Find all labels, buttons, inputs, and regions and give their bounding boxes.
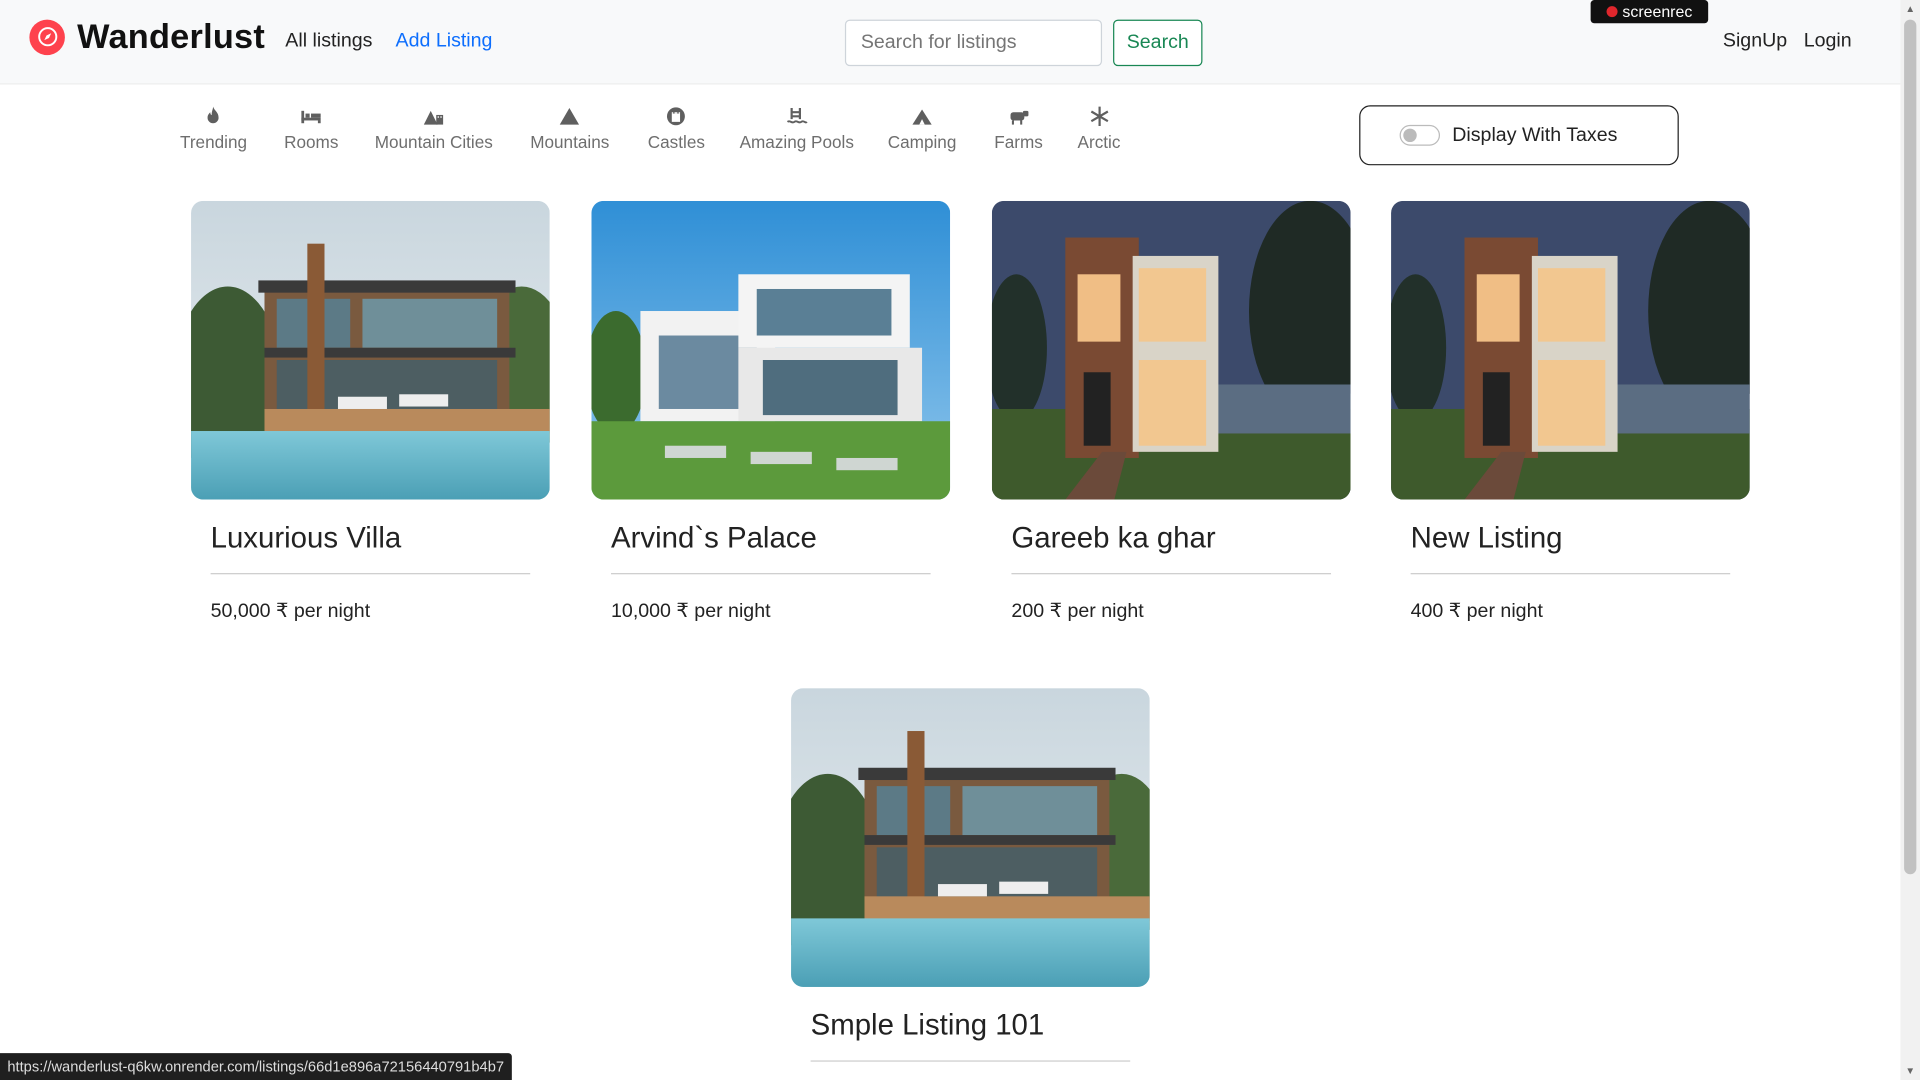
scroll-down-icon[interactable]: ▼ [1905, 1065, 1915, 1076]
listing-card[interactable]: Gareeb ka ghar 200 ₹ per night [991, 200, 1351, 623]
scroll-up-icon[interactable]: ▲ [1905, 4, 1915, 15]
mountain-city-icon [424, 110, 444, 125]
search-input[interactable] [844, 19, 1103, 67]
listing-title: New Listing [1410, 522, 1731, 575]
pool-icon [786, 108, 808, 124]
nav-add-listing[interactable]: Add Listing [396, 31, 493, 53]
listing-card[interactable]: New Listing 400 ₹ per night [1391, 200, 1750, 623]
filter-label: Camping [887, 132, 957, 152]
castle-icon [667, 107, 686, 126]
fire-icon [208, 106, 220, 124]
filter-arctic[interactable]: Arctic [1077, 105, 1121, 152]
listing-image-smple[interactable] [791, 688, 1150, 987]
listing-price: 200 ₹ per night [1011, 601, 1144, 623]
tax-toggle-label: Display With Taxes [1452, 124, 1618, 146]
status-url-bar: https://wanderlust-q6kw.onrender.com/lis… [0, 1053, 512, 1080]
scrollbar[interactable]: ▲ ▼ [1900, 0, 1920, 1080]
tax-toggle[interactable]: Display With Taxes [1359, 105, 1679, 166]
listing-card[interactable]: Luxurious Villa 50,000 ₹ per night [191, 200, 550, 623]
filter-farms[interactable]: Farms [994, 105, 1043, 152]
screenrec-label: screenrec [1622, 2, 1693, 21]
record-dot-icon [1606, 6, 1618, 18]
bed-icon [301, 110, 321, 124]
listing-card[interactable]: Arvind`s Palace 10,000 ₹ per night [591, 200, 951, 623]
listing-price: 400 ₹ per night [1410, 601, 1543, 623]
search-button[interactable]: Search [1113, 19, 1203, 67]
scrollbar-thumb[interactable] [1904, 19, 1917, 875]
brand-name: Wanderlust [77, 17, 266, 56]
listing-image-new-listing[interactable] [1391, 200, 1750, 500]
snowflake-icon [1090, 106, 1108, 126]
listing-title: Arvind`s Palace [611, 522, 931, 575]
filter-camping[interactable]: Camping [887, 105, 957, 152]
filter-label: Mountain Cities [374, 132, 493, 152]
listing-image-palace[interactable] [591, 200, 951, 500]
login-link[interactable]: Login [1804, 31, 1852, 53]
listing-image-villa[interactable] [191, 200, 550, 500]
listing-price: 10,000 ₹ per night [611, 601, 771, 623]
filter-amazing-pools[interactable]: Amazing Pools [740, 105, 854, 152]
listing-price: 50,000 ₹ per night [210, 601, 371, 623]
listing-card[interactable]: Smple Listing 101 [791, 688, 1150, 1062]
listing-title: Luxurious Villa [210, 522, 531, 575]
filter-label: Arctic [1077, 132, 1121, 152]
filter-mountain-cities[interactable]: Mountain Cities [375, 105, 493, 152]
filter-label: Amazing Pools [739, 132, 854, 152]
listing-title: Gareeb ka ghar [1011, 522, 1332, 575]
filter-rooms[interactable]: Rooms [284, 105, 338, 152]
listing-image-gareeb[interactable] [991, 200, 1351, 500]
mountain-icon [560, 108, 580, 125]
filter-castles[interactable]: Castles [648, 105, 705, 152]
signup-link[interactable]: SignUp [1723, 31, 1787, 53]
campground-icon [912, 109, 932, 125]
filter-label: Rooms [284, 132, 339, 152]
compass-icon [29, 18, 65, 55]
navbar: Wanderlust All listings Add Listing Sear… [0, 0, 1901, 85]
filter-label: Castles [647, 132, 705, 152]
listing-title: Smple Listing 101 [810, 1009, 1131, 1062]
screenrec-badge: screenrec [1590, 0, 1709, 24]
filter-label: Farms [994, 132, 1043, 152]
filter-label: Mountains [530, 132, 610, 152]
filter-label: Trending [180, 132, 248, 152]
filter-trending[interactable]: Trending [180, 105, 247, 152]
nav-all-listings[interactable]: All listings [285, 31, 372, 53]
page: Wanderlust All listings Add Listing Sear… [0, 0, 1920, 1080]
brand[interactable]: Wanderlust [29, 17, 265, 56]
cow-icon [1010, 110, 1029, 125]
tax-switch[interactable] [1399, 124, 1441, 146]
filter-mountains[interactable]: Mountains [530, 105, 609, 152]
